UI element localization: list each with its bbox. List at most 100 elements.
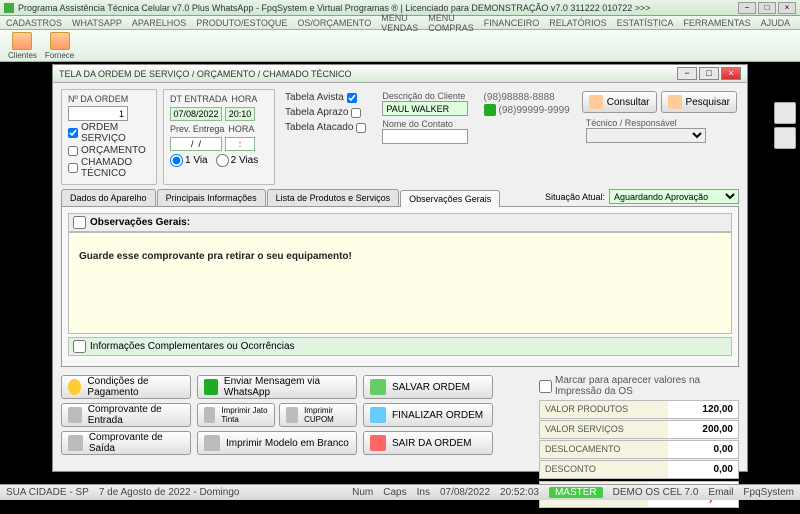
order-number-input[interactable] bbox=[68, 106, 128, 121]
situation-label: Situação Atual: bbox=[545, 192, 605, 202]
save-icon bbox=[370, 379, 386, 395]
chk-ordem-servico[interactable] bbox=[68, 128, 78, 138]
status-ins: Ins bbox=[417, 487, 430, 498]
menu-compras[interactable]: MENU COMPRAS bbox=[428, 13, 474, 33]
dialog-close[interactable]: × bbox=[721, 67, 741, 80]
whatsapp-icon bbox=[204, 379, 218, 395]
document-icon bbox=[68, 435, 83, 451]
comp-saida-button[interactable]: Comprovante de Saída bbox=[61, 431, 191, 455]
printer-icon bbox=[204, 407, 215, 423]
people-icon bbox=[50, 32, 70, 50]
enviar-whatsapp-button[interactable]: Enviar Mensagem via WhatsApp bbox=[197, 375, 357, 399]
menu-ajuda[interactable]: AJUDA bbox=[761, 18, 791, 28]
finalizar-ordem-button[interactable]: FINALIZAR ORDEM bbox=[363, 403, 493, 427]
printer-icon bbox=[204, 435, 220, 451]
tab-observacoes[interactable]: Observações Gerais bbox=[400, 190, 500, 207]
status-num: Num bbox=[352, 487, 373, 498]
dialog-title: TELA DA ORDEM DE SERVIÇO / ORÇAMENTO / C… bbox=[59, 69, 677, 79]
chk-aprazo[interactable] bbox=[351, 108, 361, 118]
imprimir-cupom-button[interactable]: Imprimir CUPOM bbox=[279, 403, 357, 427]
tab-produtos-servicos[interactable]: Lista de Produtos e Serviços bbox=[267, 189, 400, 206]
entry-date-input[interactable] bbox=[170, 107, 222, 121]
check-icon bbox=[370, 407, 386, 423]
dialog-maximize[interactable]: □ bbox=[699, 67, 719, 80]
search-icon bbox=[668, 95, 682, 109]
status-bar: SUA CIDADE - SP 7 de Agosto de 2022 - Do… bbox=[0, 484, 800, 500]
menu-aparelhos[interactable]: APARELHOS bbox=[132, 18, 186, 28]
tech-select[interactable] bbox=[586, 128, 706, 143]
situation-select[interactable]: Aguardando Aprovação bbox=[609, 189, 739, 204]
menu-ferramentas[interactable]: FERRAMENTAS bbox=[683, 18, 750, 28]
sair-ordem-button[interactable]: SAIR DA ORDEM bbox=[363, 431, 493, 455]
menu-financeiro[interactable]: FINANCEIRO bbox=[484, 18, 540, 28]
salvar-ordem-button[interactable]: SALVAR ORDEM bbox=[363, 375, 493, 399]
maximize-button[interactable]: □ bbox=[758, 2, 776, 14]
prev-date-input[interactable] bbox=[170, 137, 222, 151]
status-email[interactable]: Email bbox=[708, 487, 733, 498]
contact-label: Nome do Contato bbox=[382, 119, 467, 129]
imprimir-modelo-button[interactable]: Imprimir Modelo em Branco bbox=[197, 431, 357, 455]
observations-textarea[interactable]: Guarde esse comprovante pra retirar o se… bbox=[68, 232, 732, 334]
imprimir-jato-button[interactable]: Imprimir Jato Tinta bbox=[197, 403, 275, 427]
chk-chamado[interactable] bbox=[68, 163, 78, 173]
pesquisar-button[interactable]: Pesquisar bbox=[661, 91, 737, 113]
menu-vendas[interactable]: MENU VENDAS bbox=[381, 13, 418, 33]
exit-icon bbox=[370, 435, 386, 451]
phone-2: (98)99999-9999 bbox=[499, 105, 570, 116]
valor-servicos: 200,00 bbox=[668, 421, 738, 438]
window-controls: − □ × bbox=[738, 2, 796, 14]
menu-cadastros[interactable]: CADASTROS bbox=[6, 18, 62, 28]
consultar-button[interactable]: Consultar bbox=[582, 91, 657, 113]
whatsapp-icon[interactable] bbox=[484, 104, 496, 116]
entry-time-input[interactable] bbox=[225, 107, 255, 121]
chk-avista[interactable] bbox=[347, 93, 357, 103]
dialog-titlebar: TELA DA ORDEM DE SERVIÇO / ORÇAMENTO / C… bbox=[53, 65, 747, 83]
main-toolbar: Clientes Fornece bbox=[0, 30, 800, 62]
tech-label: Técnico / Responsável bbox=[586, 118, 706, 128]
dialog-minimize[interactable]: − bbox=[677, 67, 697, 80]
menu-relatorios[interactable]: RELATÓRIOS bbox=[549, 18, 606, 28]
tab-principais-info[interactable]: Principais Informações bbox=[157, 189, 266, 206]
client-desc-label: Descrição do Cliente bbox=[382, 91, 467, 101]
minimize-button[interactable]: − bbox=[738, 2, 756, 14]
contact-input[interactable] bbox=[382, 129, 467, 144]
valor-desconto: 0,00 bbox=[668, 461, 738, 478]
menu-whatsapp[interactable]: WHATSAPP bbox=[72, 18, 122, 28]
client-desc-input[interactable] bbox=[382, 101, 467, 116]
chk-obs-gerais[interactable] bbox=[73, 216, 86, 229]
status-date-long: 7 de Agosto de 2022 - Domingo bbox=[99, 487, 240, 498]
status-city: SUA CIDADE - SP bbox=[6, 487, 89, 498]
main-menubar: CADASTROS WHATSAPP APARELHOS PRODUTO/EST… bbox=[0, 16, 800, 30]
chk-info-comp[interactable] bbox=[73, 340, 86, 353]
status-fpq[interactable]: FpqSystem bbox=[743, 487, 794, 498]
tab-dados-aparelho[interactable]: Dados do Aparelho bbox=[61, 189, 156, 206]
comp-entrada-button[interactable]: Comprovante de Entrada bbox=[61, 403, 191, 427]
people-icon bbox=[12, 32, 32, 50]
chk-show-values[interactable] bbox=[539, 380, 552, 393]
window-title: Programa Assistência Técnica Celular v7.… bbox=[18, 3, 738, 13]
prev-time-input[interactable] bbox=[225, 137, 255, 151]
status-master: MASTER bbox=[549, 487, 603, 498]
app-icon bbox=[4, 3, 14, 13]
toolbar-fornece[interactable]: Fornece bbox=[43, 32, 76, 60]
order-dialog: TELA DA ORDEM DE SERVIÇO / ORÇAMENTO / C… bbox=[52, 64, 748, 472]
document-icon bbox=[68, 407, 82, 423]
status-caps: Caps bbox=[383, 487, 406, 498]
radio-2vias[interactable] bbox=[216, 154, 229, 167]
chk-atacado[interactable] bbox=[356, 123, 366, 133]
side-tool-1[interactable] bbox=[774, 102, 796, 124]
side-tool-2[interactable] bbox=[774, 127, 796, 149]
menu-os[interactable]: OS/ORÇAMENTO bbox=[297, 18, 371, 28]
workarea: TELA DA ORDEM DE SERVIÇO / ORÇAMENTO / C… bbox=[0, 62, 800, 482]
radio-1via[interactable] bbox=[170, 154, 183, 167]
cond-pagamento-button[interactable]: Condições de Pagamento bbox=[61, 375, 191, 399]
chk-orcamento[interactable] bbox=[68, 146, 78, 156]
toolbar-clientes[interactable]: Clientes bbox=[6, 32, 39, 60]
menu-estatistica[interactable]: ESTATÍSTICA bbox=[617, 18, 674, 28]
close-button[interactable]: × bbox=[778, 2, 796, 14]
menu-produto[interactable]: PRODUTO/ESTOQUE bbox=[196, 18, 287, 28]
order-number-label: Nº DA ORDEM bbox=[68, 94, 150, 104]
tab-row: Dados do Aparelho Principais Informações… bbox=[61, 189, 739, 207]
side-toolbar bbox=[774, 102, 796, 149]
coin-icon bbox=[68, 379, 81, 395]
